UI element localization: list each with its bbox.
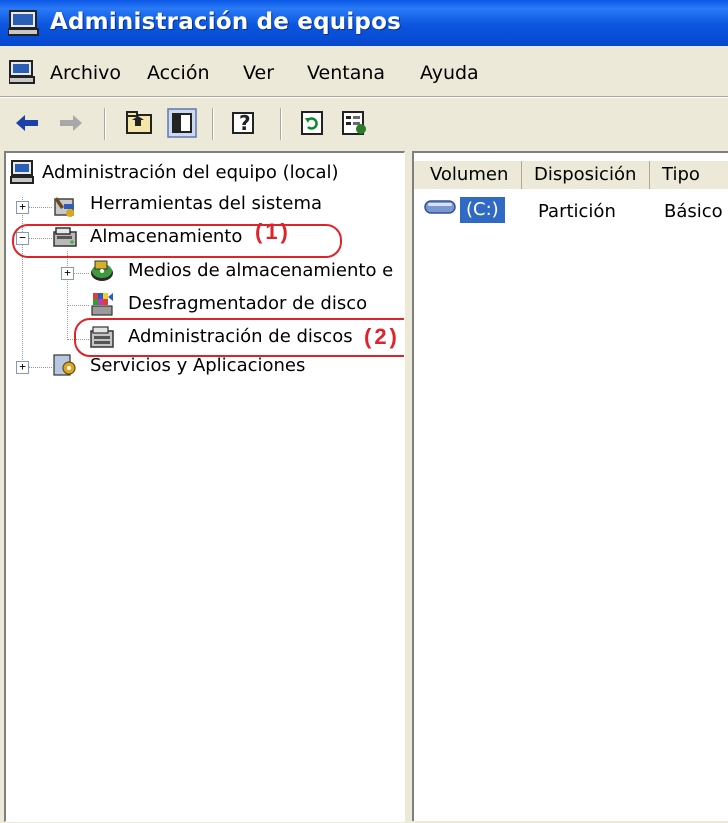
column-header-volumen[interactable]: Volumen xyxy=(414,161,522,189)
column-header-disposicion[interactable]: Disposición xyxy=(522,161,650,189)
annotation-label-2: (2) xyxy=(364,324,400,349)
volume-cell[interactable]: (C:) xyxy=(460,197,505,223)
services-applications-icon xyxy=(53,354,76,376)
menu-ver[interactable]: Ver xyxy=(243,62,274,84)
help-icon[interactable]: ? xyxy=(230,108,260,138)
window-title: Administración de equipos xyxy=(50,9,401,35)
svg-text:?: ? xyxy=(239,111,251,135)
show-hide-tree-icon[interactable] xyxy=(167,108,197,138)
computer-icon xyxy=(10,160,34,184)
volume-disk-icon xyxy=(424,200,456,214)
toolbar-separator xyxy=(104,108,105,140)
system-tools-icon xyxy=(54,197,74,217)
column-header-tipo[interactable]: Tipo xyxy=(650,161,728,189)
tree-connector xyxy=(67,305,89,306)
title-bar[interactable]: Administración de equipos xyxy=(0,0,728,46)
forward-arrow-icon[interactable] xyxy=(56,108,86,138)
menu-ventana[interactable]: Ventana xyxy=(307,62,385,84)
defragmenter-icon xyxy=(91,293,113,316)
computer-management-icon xyxy=(8,10,39,36)
annotation-ring-1 xyxy=(12,224,342,258)
tree-connector xyxy=(67,251,68,340)
tree-item-herramientas[interactable]: Herramientas del sistema xyxy=(90,193,322,214)
tree-connector xyxy=(22,197,23,362)
menu-archivo[interactable]: Archivo xyxy=(50,62,121,84)
console-window-icon[interactable] xyxy=(9,60,35,84)
annotation-ring-2 xyxy=(74,318,404,357)
toolbar-separator xyxy=(212,108,213,140)
tree-item-medios[interactable]: Medios de almacenamiento e xyxy=(128,260,393,281)
expand-toggle[interactable]: + xyxy=(16,201,29,214)
toolbar-separator xyxy=(280,108,281,140)
annotation-label-1: (1) xyxy=(255,219,291,244)
up-folder-icon[interactable] xyxy=(124,108,154,138)
removable-storage-icon xyxy=(91,260,113,281)
properties-icon[interactable] xyxy=(340,108,370,138)
layout-cell: Partición xyxy=(538,201,616,222)
toolbar: ? xyxy=(0,98,728,150)
back-arrow-icon[interactable] xyxy=(12,108,42,138)
expand-toggle[interactable]: + xyxy=(61,267,74,280)
menu-bar: Archivo Acción Ver Ventana Ayuda xyxy=(0,46,728,96)
menu-accion[interactable]: Acción xyxy=(147,62,210,84)
menu-ayuda[interactable]: Ayuda xyxy=(420,62,479,84)
details-pane[interactable]: Volumen Disposición Tipo (C:) Partición … xyxy=(412,151,728,821)
tree-root-label[interactable]: Administración del equipo (local) xyxy=(42,162,339,183)
console-tree-pane[interactable]: Administración del equipo (local) + Herr… xyxy=(4,151,405,822)
type-cell: Básico xyxy=(664,201,723,222)
tree-item-servicios[interactable]: Servicios y Aplicaciones xyxy=(90,355,305,376)
tree-item-desfragmentador[interactable]: Desfragmentador de disco xyxy=(128,293,367,314)
expand-toggle[interactable]: + xyxy=(16,361,29,374)
refresh-icon[interactable] xyxy=(298,108,328,138)
